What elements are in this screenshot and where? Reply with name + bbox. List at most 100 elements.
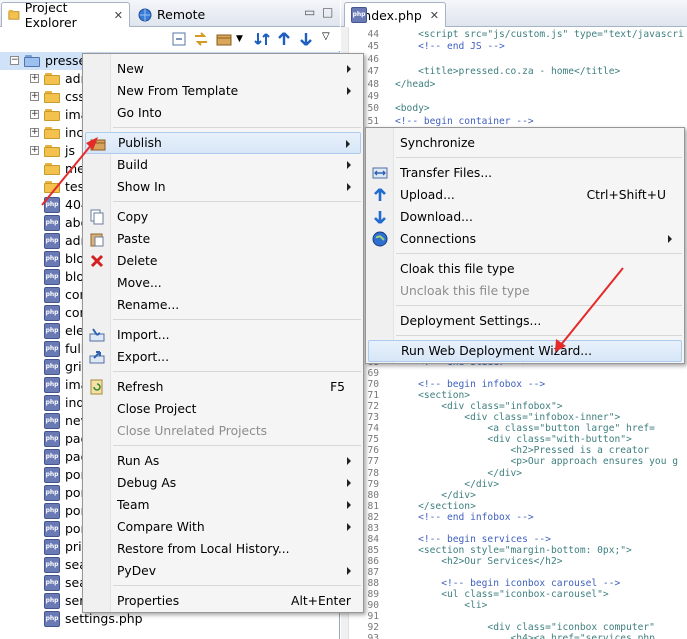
menu-separator [113, 371, 361, 372]
menu-item-team[interactable]: Team [85, 494, 361, 516]
menu-item-show-in[interactable]: Show In [85, 176, 361, 198]
tab-project-explorer[interactable]: Project Explorer ✕ [1, 0, 130, 30]
submenu-arrow-icon [347, 523, 351, 531]
folder-icon [44, 145, 60, 157]
folder-icon [44, 91, 60, 103]
menu-item-delete[interactable]: Delete [85, 250, 361, 272]
menu-item-run-as[interactable]: Run As [85, 450, 361, 472]
sync-down-icon[interactable] [254, 31, 270, 47]
menu-item-label: Synchronize [400, 136, 475, 150]
menu-item-paste[interactable]: Paste [85, 228, 361, 250]
tree-row-label: settings.php [65, 611, 143, 626]
php-file-icon: php [44, 305, 60, 321]
submenu-arrow-icon [347, 567, 351, 575]
expand-icon[interactable]: + [30, 146, 39, 155]
explorer-toolbar: ▼ ▽ [0, 27, 340, 51]
menu-separator [113, 201, 361, 202]
copy-icon [90, 209, 104, 225]
menu-item-label: Build [117, 158, 148, 172]
php-file-icon: php [44, 395, 60, 411]
submenu-arrow-icon [347, 161, 351, 169]
menu-item-new-from-template[interactable]: New From Template [85, 80, 361, 102]
close-icon[interactable]: ✕ [114, 9, 123, 22]
php-file-icon: php [44, 485, 60, 501]
menu-item-rename[interactable]: Rename... [85, 294, 361, 316]
php-file-icon: php [44, 611, 60, 627]
menu-item-debug-as[interactable]: Debug As [85, 472, 361, 494]
menu-item-pydev[interactable]: PyDev [85, 560, 361, 582]
menu-item-refresh[interactable]: Refresh F5 [85, 376, 361, 398]
submenu-arrow-icon [347, 65, 351, 73]
menu-item-label: Connections [400, 232, 476, 246]
link-editor-icon[interactable] [193, 31, 209, 47]
code-text: <!-- begin container --> [395, 115, 534, 127]
export-icon [89, 351, 105, 364]
menu-item-publish[interactable]: Publish [85, 132, 361, 154]
menu-item-cloak-this-file-type[interactable]: Cloak this file type [368, 258, 682, 280]
tab-index-php[interactable]: php index.php ✕ [344, 2, 446, 27]
menu-item-go-into[interactable]: Go Into [85, 102, 361, 124]
tab-index-php-label: index.php [359, 7, 422, 23]
php-file-icon: php [44, 557, 60, 573]
view-menu-box-icon[interactable] [216, 31, 232, 47]
menu-item-move[interactable]: Move... [85, 272, 361, 294]
menu-item-label: Uncloak this file type [400, 284, 530, 298]
menu-item-label: Download... [400, 210, 473, 224]
menu-item-import[interactable]: Import... [85, 324, 361, 346]
code-text: <body> [395, 103, 430, 115]
maximize-icon[interactable]: □ [322, 5, 333, 19]
menu-item-close-project[interactable]: Close Project [85, 398, 361, 420]
expand-icon[interactable]: + [30, 92, 39, 101]
code-text: <!-- end infobox --> [395, 511, 534, 523]
menu-item-upload[interactable]: Upload... Ctrl+Shift+U [368, 184, 682, 206]
menu-item-label: PyDev [117, 564, 157, 578]
line-number: 44 [367, 29, 379, 40]
menu-item-close-unrelated-projects: Close Unrelated Projects [85, 420, 361, 442]
menu-item-restore-from-local-history[interactable]: Restore from Local History... [85, 538, 361, 560]
menu-item-connections[interactable]: Connections [368, 228, 682, 250]
menu-item-synchronize[interactable]: Synchronize [368, 132, 682, 154]
expand-icon[interactable]: + [30, 74, 39, 83]
code-text: <title>pressed.co.za - home</title> [395, 66, 621, 78]
expand-icon[interactable]: + [30, 110, 39, 119]
menu-item-transfer-files[interactable]: Transfer Files... [368, 162, 682, 184]
collapse-icon[interactable]: − [10, 56, 19, 65]
close-icon[interactable]: ✕ [430, 9, 439, 22]
tab-remote[interactable]: Remote [132, 2, 222, 27]
menu-item-label: Team [117, 498, 150, 512]
arrow-down-icon[interactable] [298, 31, 314, 47]
menu-item-compare-with[interactable]: Compare With [85, 516, 361, 538]
folder-icon [44, 73, 60, 85]
minimize-icon[interactable]: ▭ [304, 5, 315, 19]
view-menu-icon[interactable]: ▽ [322, 31, 338, 47]
menu-item-label: Upload... [400, 188, 455, 202]
menu-item-shortcut: F5 [330, 380, 345, 394]
menu-item-new[interactable]: New [85, 58, 361, 80]
menu-item-label: Cloak this file type [400, 262, 515, 276]
download-icon [374, 211, 386, 224]
menu-item-label: Refresh [117, 380, 164, 394]
paste-icon [90, 233, 104, 247]
menu-item-download[interactable]: Download... [368, 206, 682, 228]
menu-item-properties[interactable]: Properties Alt+Enter [85, 590, 361, 612]
menu-item-run-web-deployment-wizard[interactable]: Run Web Deployment Wizard... [368, 340, 682, 362]
expand-icon[interactable]: + [30, 128, 39, 137]
menu-item-export[interactable]: Export... [85, 346, 361, 368]
dropdown-chevron-icon[interactable]: ▼ [236, 34, 252, 50]
php-file-icon: php [44, 575, 60, 591]
code-text: <li> [395, 600, 488, 612]
code-text: <script src="js/custom.js" type="text/ja… [395, 29, 684, 40]
menu-item-label: New [117, 62, 144, 76]
menu-item-deployment-settings[interactable]: Deployment Settings... [368, 310, 682, 332]
menu-item-build[interactable]: Build [85, 154, 361, 176]
menu-item-copy[interactable]: Copy [85, 206, 361, 228]
submenu-arrow-icon [668, 235, 672, 243]
menu-item-label: Close Unrelated Projects [117, 424, 268, 438]
menu-item-label: Restore from Local History... [117, 542, 290, 556]
arrow-up-icon[interactable] [276, 31, 292, 47]
menu-separator [113, 585, 361, 586]
collapse-all-icon[interactable] [171, 31, 187, 47]
refresh-icon [90, 379, 103, 395]
menu-item-label: Go Into [117, 106, 162, 120]
delete-icon [90, 254, 104, 268]
